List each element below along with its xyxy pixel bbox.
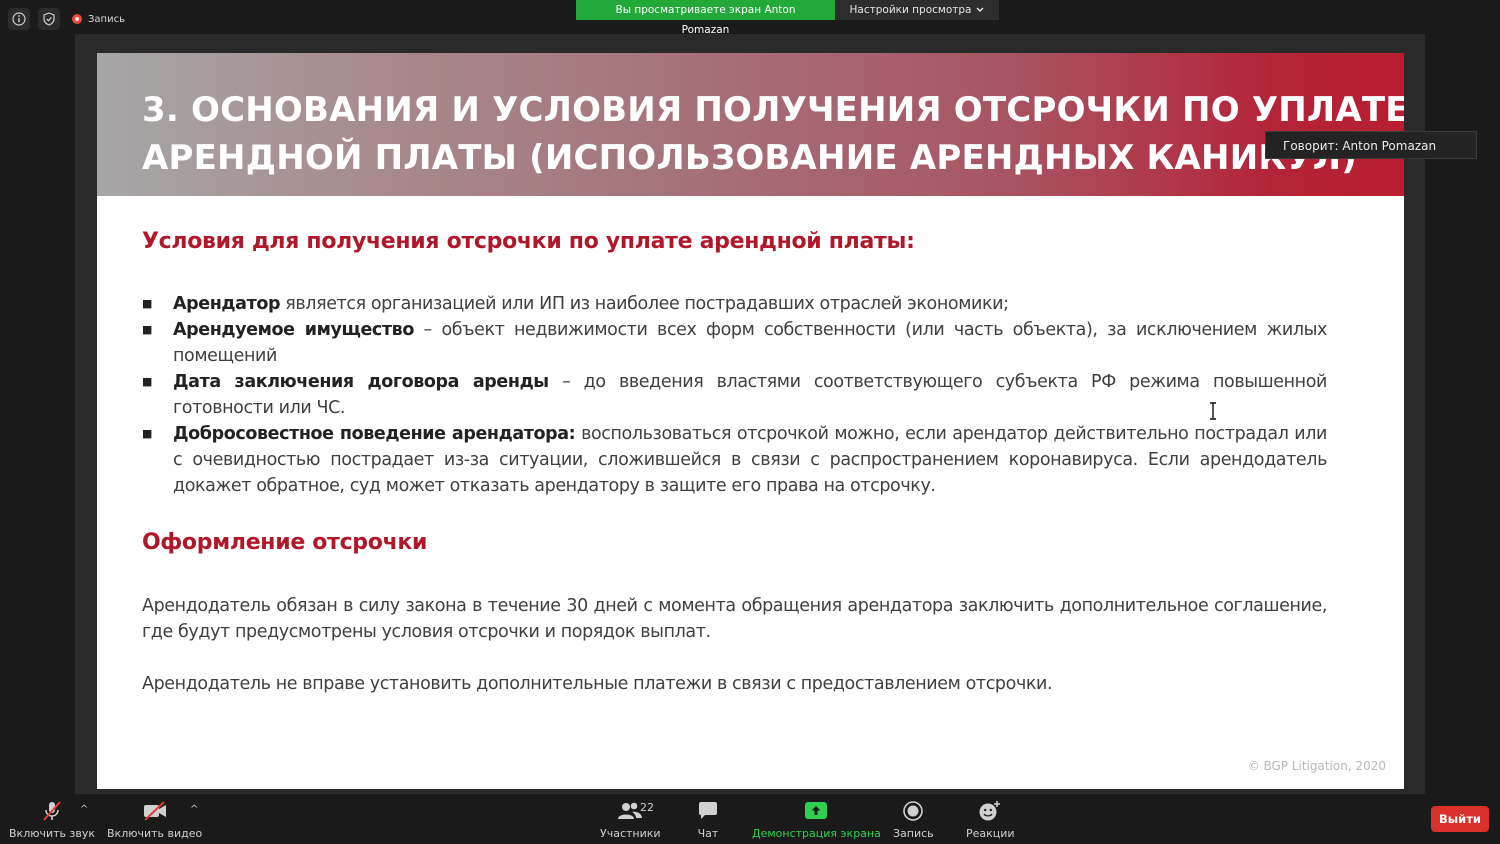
- slide-copyright: © BGP Litigation, 2020: [1247, 759, 1386, 773]
- leave-meeting-button[interactable]: Выйти: [1431, 806, 1489, 832]
- security-button[interactable]: [38, 8, 60, 30]
- share-screen-label: Демонстрация экрана: [752, 827, 881, 840]
- record-label: Запись: [88, 13, 125, 25]
- meeting-toolbar: [0, 794, 1500, 844]
- list-item: Арендуемое имущество – объект недвижимос…: [142, 317, 1327, 369]
- share-screen-icon: [805, 802, 828, 819]
- chevron-down-icon: [976, 7, 984, 12]
- share-screen-button[interactable]: Демонстрация экрана: [752, 800, 881, 840]
- emoji-plus-icon: [979, 801, 1001, 821]
- reactions-button[interactable]: Реакции: [966, 800, 1015, 840]
- active-speaker-label: Говорит: Anton Pomazan: [1265, 131, 1477, 159]
- slide-title: 3. ОСНОВАНИЯ И УСЛОВИЯ ПОЛУЧЕНИЯ ОТСРОЧК…: [142, 86, 1404, 182]
- list-item: Арендатор является организацией или ИП и…: [142, 291, 1327, 317]
- participants-count-badge: 22: [640, 801, 654, 814]
- unmute-label: Включить звук: [9, 827, 96, 840]
- list-item: Добросовестное поведение арендатора: вос…: [142, 421, 1327, 499]
- video-off-icon: [143, 801, 166, 821]
- shared-screen: 3. ОСНОВАНИЯ И УСЛОВИЯ ПОЛУЧЕНИЯ ОТСРОЧК…: [75, 34, 1425, 794]
- shield-icon: [43, 12, 55, 26]
- text-cursor-icon: [1210, 402, 1216, 420]
- presentation-slide: 3. ОСНОВАНИЯ И УСЛОВИЯ ПОЛУЧЕНИЯ ОТСРОЧК…: [97, 53, 1404, 789]
- reactions-label: Реакции: [966, 827, 1015, 840]
- chat-label: Чат: [697, 827, 719, 840]
- list-item: Дата заключения договора аренды – до вве…: [142, 369, 1327, 421]
- conditions-list: Арендатор является организацией или ИП и…: [142, 291, 1327, 499]
- sharing-notice: Вы просматриваете экран Anton Pomazan: [576, 0, 835, 36]
- record-dot-icon: [72, 14, 82, 24]
- slide-title-line1: 3. ОСНОВАНИЯ И УСЛОВИЯ ПОЛУЧЕНИЯ ОТСРОЧК…: [142, 90, 1404, 130]
- record-button-label: Запись: [893, 827, 934, 840]
- section-heading-conditions: Условия для получения отсрочки по уплате…: [142, 229, 915, 254]
- list-item-term: Арендуемое имущество: [173, 320, 414, 340]
- zoom-window: Запись Вы просматриваете экран Anton Pom…: [0, 0, 1500, 844]
- paragraph-no-extra-payments: Арендодатель не вправе установить дополн…: [142, 674, 1053, 694]
- meeting-info-button[interactable]: [8, 8, 30, 30]
- slide-title-line2: АРЕНДНОЙ ПЛАТЫ (ИСПОЛЬЗОВАНИЕ АРЕНДНЫХ К…: [142, 138, 1357, 178]
- record-button[interactable]: Запись: [893, 800, 934, 840]
- start-video-label: Включить видео: [107, 827, 203, 840]
- mic-muted-icon: [43, 801, 61, 821]
- view-settings-button[interactable]: Настройки просмотра: [835, 0, 999, 20]
- paragraph-obligation: Арендодатель обязан в силу закона в тече…: [142, 596, 1327, 642]
- list-item-term: Дата заключения договора аренды: [173, 372, 549, 392]
- view-settings-label: Настройки просмотра: [849, 4, 972, 16]
- list-item-term: Арендатор: [173, 294, 281, 314]
- share-notice-bar: Вы просматриваете экран Anton Pomazan На…: [576, 0, 999, 36]
- recording-indicator[interactable]: Запись: [72, 14, 125, 25]
- chat-button[interactable]: Чат: [697, 800, 719, 840]
- section-heading-registration: Оформление отсрочки: [142, 530, 428, 555]
- list-item-term: Добросовестное поведение арендатора:: [173, 424, 576, 444]
- video-options-caret-icon[interactable]: ^: [190, 804, 198, 815]
- audio-options-caret-icon[interactable]: ^: [80, 804, 88, 815]
- participants-label: Участники: [600, 827, 661, 840]
- start-video-button[interactable]: Включить видео: [107, 800, 202, 840]
- list-item-text: является организацией или ИП из наиболее…: [280, 294, 1009, 314]
- top-left-controls: Запись: [8, 8, 125, 30]
- info-icon: [12, 12, 26, 26]
- chat-icon: [699, 802, 717, 819]
- record-icon: [903, 801, 924, 821]
